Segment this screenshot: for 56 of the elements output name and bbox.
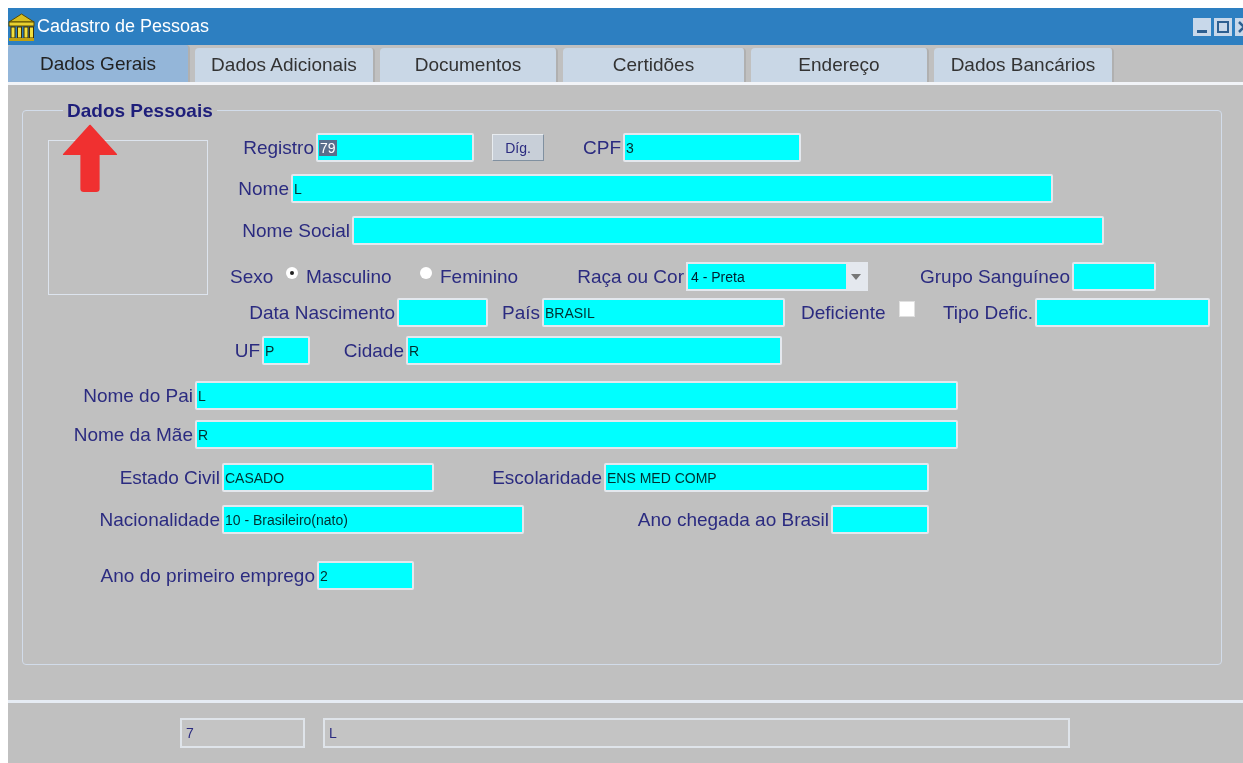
input-field[interactable]: 10 - Brasileiro(nato)	[222, 505, 524, 534]
input-field[interactable]	[352, 216, 1104, 245]
field-label: País	[500, 301, 541, 324]
input-field[interactable]: L	[195, 381, 958, 410]
input-field[interactable]: BRASIL	[542, 298, 785, 327]
input-field[interactable]: 79	[316, 133, 474, 162]
status-field: 7	[180, 718, 305, 748]
window-title: Cadastro de Pessoas	[37, 16, 210, 37]
minimize-icon[interactable]	[1193, 17, 1211, 36]
field-label: Cidade	[342, 339, 405, 362]
input-field[interactable]: R	[195, 420, 958, 449]
tab[interactable]: Endereço	[751, 48, 929, 82]
field-label: CPF	[582, 136, 622, 159]
field-label: Estado Civil	[118, 466, 221, 489]
tab[interactable]: Certidões	[563, 48, 746, 82]
checkbox[interactable]	[899, 300, 915, 317]
input-field[interactable]: ENS MED COMP	[604, 463, 929, 492]
arrow-icon	[62, 124, 118, 192]
field-label: Nome da Mãe	[72, 423, 194, 446]
radio-option[interactable]: Masculino	[286, 265, 420, 288]
tab[interactable]: Dados Bancários	[934, 48, 1114, 82]
input-field[interactable]	[397, 298, 488, 327]
field-label: Sexo	[230, 265, 275, 288]
field-label: Grupo Sanguíneo	[919, 265, 1071, 288]
input-field[interactable]	[1035, 298, 1210, 327]
field-label: Nome Social	[241, 219, 351, 242]
field-label: Escolaridade	[491, 466, 603, 489]
dropdown-field[interactable]: 4 - Preta	[686, 262, 868, 291]
field-label: Nome	[237, 177, 290, 200]
input-field[interactable]	[1072, 262, 1156, 291]
field-label: Data Nascimento	[248, 301, 396, 324]
field-label: UF	[233, 339, 261, 362]
field-label: Ano do primeiro emprego	[99, 564, 316, 587]
input-field[interactable]: L	[291, 174, 1053, 203]
input-field[interactable]: R	[406, 336, 782, 365]
input-field[interactable]	[831, 505, 929, 534]
field-label: Registro	[242, 136, 315, 159]
field-label: Nome do Pai	[82, 384, 194, 407]
tab[interactable]: Dados Adicionais	[195, 48, 375, 82]
input-field[interactable]: CASADO	[222, 463, 434, 492]
tab[interactable]: Documentos	[380, 48, 558, 82]
radio-option[interactable]: Feminino	[420, 265, 525, 288]
field-label: Raça ou Cor	[576, 265, 685, 288]
caret-icon	[851, 273, 861, 280]
field-label: Ano chegada ao Brasil	[636, 508, 830, 531]
field-label: Nacionalidade	[98, 508, 221, 531]
field-label: Tipo Defic.	[941, 301, 1034, 324]
check-digit-button[interactable]: Díg.	[492, 134, 544, 161]
input-field[interactable]: 3	[623, 133, 801, 162]
tab[interactable]: Dados Gerais	[8, 45, 190, 82]
building-icon	[8, 12, 35, 41]
field-label: Deficiente	[801, 301, 887, 324]
maximize-icon[interactable]	[1214, 17, 1232, 36]
status-field: L	[323, 718, 1070, 748]
input-field[interactable]: P	[262, 336, 310, 365]
input-field[interactable]: 2	[317, 561, 414, 590]
